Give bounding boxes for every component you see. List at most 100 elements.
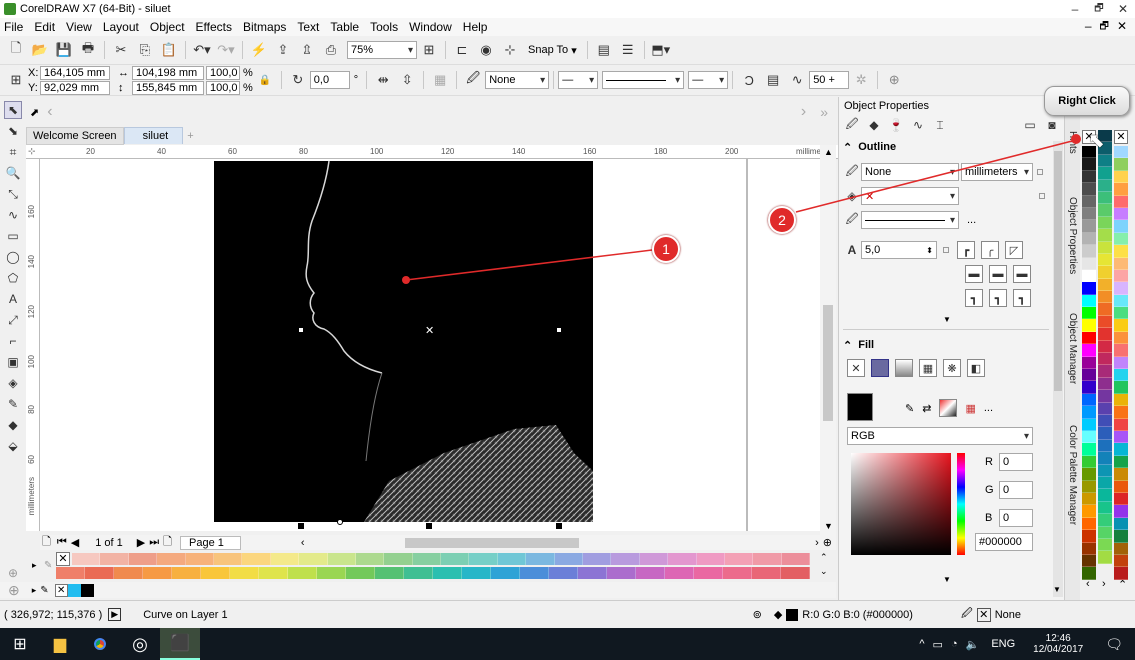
color-swatch[interactable] [1082, 455, 1096, 469]
color-swatch[interactable] [724, 553, 754, 565]
battery-icon[interactable]: ▭ [933, 638, 943, 651]
color-swatch[interactable] [242, 553, 271, 565]
hscroll-right-arrow[interactable]: › [815, 537, 819, 549]
black-swatch[interactable] [80, 583, 94, 597]
artistic-media-icon[interactable]: ∿ [4, 206, 22, 224]
doc-close-button[interactable]: ✕ [1117, 19, 1127, 36]
color-swatch[interactable] [1098, 501, 1112, 515]
color-picker-area[interactable] [851, 453, 951, 555]
scale-height-field[interactable]: 100,0 [206, 80, 240, 95]
color-swatch[interactable] [355, 553, 385, 565]
color-swatch[interactable] [583, 553, 612, 565]
color-swatch[interactable] [1082, 319, 1096, 332]
add-icon[interactable]: ⊕ [882, 68, 906, 92]
color-swatch[interactable] [1098, 315, 1112, 329]
wrap-icon[interactable]: ▤ [761, 68, 785, 92]
color-swatch[interactable] [1082, 517, 1096, 531]
paste-icon[interactable]: 📋 [157, 38, 181, 62]
color-swatch[interactable] [520, 567, 549, 579]
outline-width-field[interactable]: None [861, 163, 959, 181]
status-play-icon[interactable]: ▶ [108, 608, 122, 621]
minimize-button[interactable]: – [1063, 0, 1087, 18]
color-swatch[interactable] [1098, 452, 1112, 465]
color-swatch[interactable] [230, 567, 259, 579]
smart-fill-icon[interactable]: ⬙ [4, 437, 22, 455]
docker-tab-object-properties[interactable]: Object Properties [1067, 197, 1078, 274]
coreldraw-taskbar-icon[interactable]: ⬛ [160, 628, 200, 660]
color-swatch[interactable] [753, 553, 782, 565]
color-swatch[interactable] [1098, 538, 1112, 552]
color-swatch[interactable] [1082, 220, 1096, 233]
canvas-vertical-scrollbar[interactable]: ▲ ▼ [820, 145, 836, 535]
palette-row-bottom[interactable] [56, 567, 810, 579]
add-palette-icon[interactable]: ⊕ [8, 582, 20, 599]
color-swatch[interactable] [384, 553, 413, 565]
doc-restore-button[interactable]: 🗗 [1100, 19, 1109, 36]
color-swatch[interactable] [1114, 183, 1128, 196]
color-swatch[interactable] [497, 553, 527, 565]
fill-section-header[interactable]: ⌃ Fill [843, 337, 1049, 353]
selection-handle[interactable] [556, 327, 562, 333]
no-color-swatch[interactable]: ✕ [56, 552, 70, 566]
color-swatch[interactable] [259, 567, 288, 579]
menu-table[interactable]: Table [330, 20, 359, 34]
color-swatch[interactable] [1098, 439, 1112, 453]
color-swatch[interactable] [752, 567, 781, 579]
menu-view[interactable]: View [66, 20, 92, 34]
color-swatch[interactable] [346, 567, 375, 579]
more-nav-icon[interactable]: » [820, 104, 828, 120]
copy-icon[interactable]: ⎘ [133, 38, 157, 62]
add-tool-icon[interactable]: ⊕ [4, 564, 22, 582]
color-swatch[interactable] [1114, 542, 1128, 555]
redo-icon[interactable]: ↷▾ [214, 38, 238, 62]
miter-option[interactable] [943, 247, 949, 253]
transparency-tool-icon[interactable]: ◈ [4, 374, 22, 392]
color-swatch[interactable] [1098, 353, 1112, 366]
color-swatch[interactable] [1082, 381, 1096, 394]
restore-button[interactable]: 🗗 [1087, 0, 1111, 18]
x-position-field[interactable]: 164,105 mm [40, 65, 110, 80]
color-swatch[interactable] [1114, 170, 1128, 184]
export-icon[interactable]: ⇫ [295, 38, 319, 62]
color-swatch[interactable] [100, 553, 129, 565]
add-page-icon[interactable]: 🗋 [42, 533, 51, 552]
color-swatch[interactable] [1114, 294, 1128, 308]
prev-page-icon[interactable]: ◀ [71, 536, 79, 549]
color-swatch[interactable] [72, 553, 101, 565]
color-swatch[interactable] [85, 567, 114, 579]
panel-scrollbar[interactable]: ▼ [1053, 141, 1063, 597]
close-button[interactable]: ✕ [1111, 0, 1135, 18]
color-swatch[interactable] [1098, 191, 1112, 205]
color-swatch[interactable] [1098, 291, 1112, 304]
color-swatch[interactable] [1114, 530, 1128, 543]
fill-swatch[interactable] [786, 608, 799, 621]
selection-handle[interactable] [298, 523, 304, 529]
color-swatch[interactable] [1114, 331, 1128, 345]
color-swatch[interactable] [157, 553, 186, 565]
color-swatch[interactable] [1114, 195, 1128, 208]
color-swatch[interactable] [611, 553, 640, 565]
color-swatch[interactable] [299, 553, 328, 565]
color-swatch[interactable] [1082, 232, 1096, 246]
chrome-icon[interactable] [80, 635, 120, 653]
cut-icon[interactable]: ✂ [109, 38, 133, 62]
color-swatch[interactable] [1114, 480, 1128, 493]
no-fill-icon[interactable]: ✕ [847, 359, 865, 377]
menu-help[interactable]: Help [463, 20, 488, 34]
full-screen-preview-icon[interactable]: ⊞ [417, 38, 441, 62]
volume-icon[interactable]: 🔈 [966, 638, 980, 651]
selection-handle[interactable] [298, 327, 304, 333]
miter-limit-field[interactable]: 5,0 ⬍ [861, 241, 937, 259]
zoom-tool-icon[interactable]: 🔍 [4, 164, 22, 182]
color-swatch[interactable] [1082, 542, 1096, 555]
color-swatch[interactable] [1098, 167, 1112, 180]
docker-tab-color-palette-manager[interactable]: Color Palette Manager [1067, 425, 1078, 525]
color-swatch[interactable] [1082, 468, 1096, 481]
color-swatch[interactable] [1082, 369, 1096, 382]
welcome-screen-icon[interactable]: ▤ [592, 38, 616, 62]
color-swatch[interactable] [1114, 158, 1128, 171]
menu-edit[interactable]: Edit [34, 20, 55, 34]
color-swatch[interactable] [441, 553, 470, 565]
fill-expand-icon[interactable]: ▼ [943, 575, 951, 584]
undo-icon[interactable]: ↶▾ [190, 38, 214, 62]
